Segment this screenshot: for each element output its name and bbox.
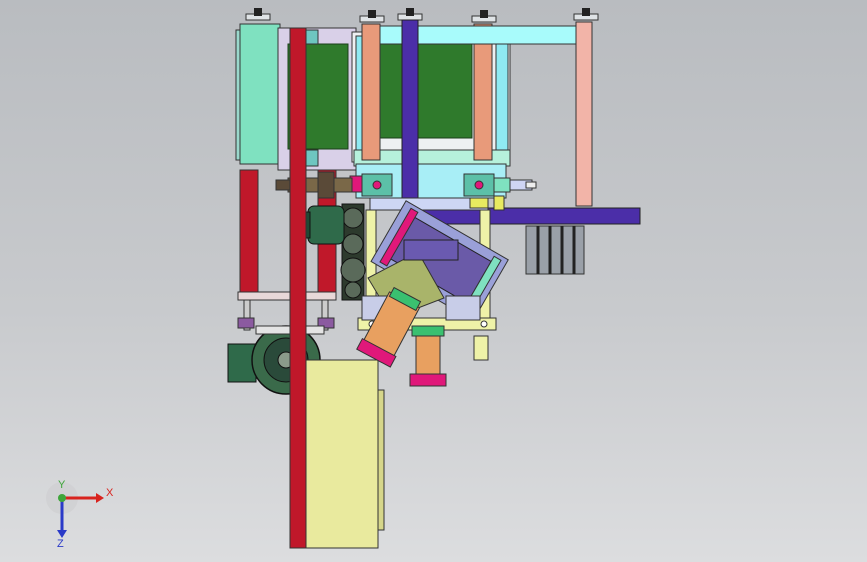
left-guard-cover[interactable] (235, 23, 281, 165)
purple-vertical-post[interactable] (401, 19, 419, 223)
x-axis-arrowhead (96, 493, 104, 503)
coupling-motor[interactable] (299, 205, 345, 245)
x-axis-label: X (106, 487, 114, 499)
y-axis-dot (58, 494, 66, 502)
bracket-clamp[interactable] (403, 239, 459, 261)
assembly-model[interactable] (0, 0, 867, 562)
electrical-cabinet[interactable] (305, 359, 385, 549)
z-axis-label: Z (57, 538, 64, 548)
red-main-column[interactable] (289, 27, 307, 549)
cad-graphics-viewport[interactable]: X Y Z (0, 0, 867, 562)
guide-plates[interactable] (525, 225, 585, 275)
orientation-triad: X Y Z (46, 479, 114, 548)
cyan-carriage[interactable] (349, 163, 537, 199)
drive-shaft[interactable] (275, 171, 353, 199)
y-axis-label: Y (58, 479, 66, 491)
z-axis-arrowhead (57, 530, 67, 538)
vertical-cylinder[interactable] (409, 325, 447, 387)
top-mounting-studs (245, 8, 599, 23)
gear-stack[interactable] (340, 203, 366, 301)
